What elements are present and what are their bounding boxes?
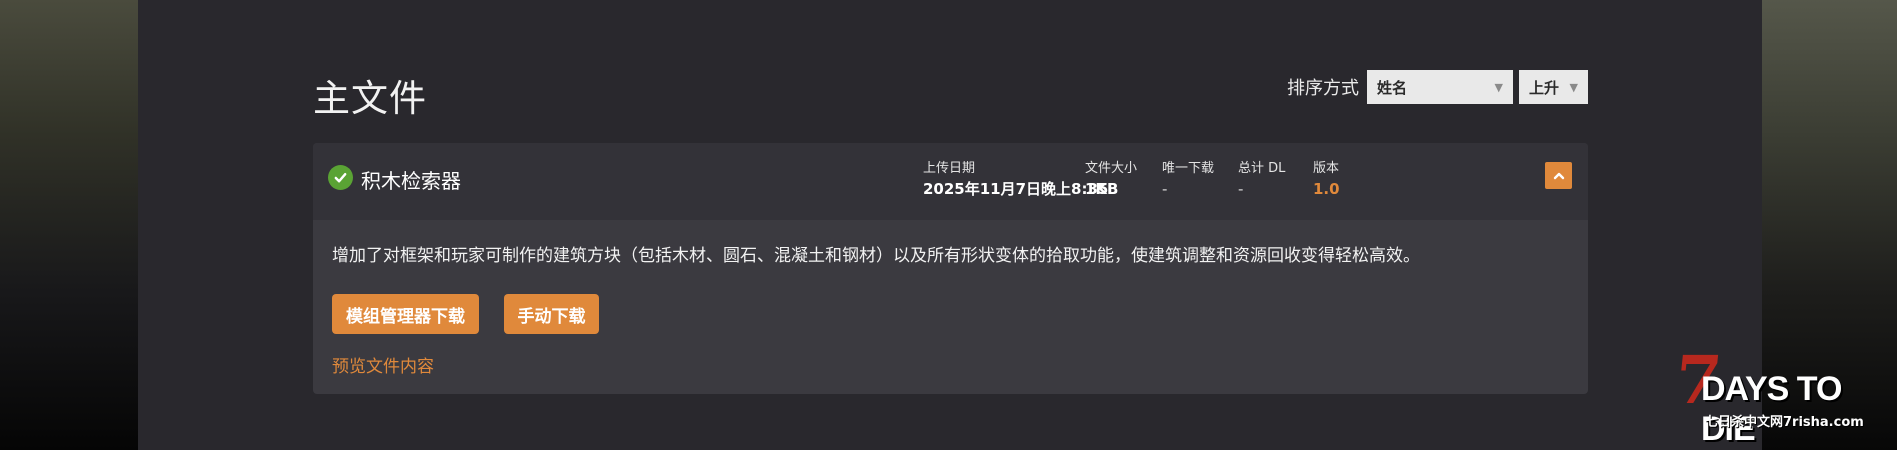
section-title: 主文件 (313, 77, 427, 120)
mod-manager-download-button[interactable]: 模组管理器下载 (332, 294, 479, 334)
caret-down-icon: ▼ (1569, 80, 1578, 94)
file-card: 积木检索器 上传日期 2025年11月7日晚上8:35 文件大小 1KB 唯一下… (313, 143, 1588, 394)
unique-downloads: 唯一下载 - (1162, 160, 1214, 199)
upload-date-value: 2025年11月7日晚上8:35 (923, 180, 1109, 198)
sort-by-value: 姓名 (1377, 78, 1408, 97)
total-downloads-label: 总计 DL (1238, 161, 1286, 176)
version: 版本 1.0 (1313, 160, 1340, 199)
file-size-label: 文件大小 (1085, 161, 1138, 176)
logo-text: DAYS TO DIE (1701, 370, 1842, 448)
file-description: 增加了对框架和玩家可制作的建筑方块（包括木材、圆石、混凝土和钢材）以及所有形状变… (332, 246, 1420, 266)
unique-downloads-value: - (1162, 180, 1168, 198)
sort-label: 排序方式 (1287, 78, 1359, 99)
sort-controls: 排序方式 姓名 ▼ 上升 ▼ (1287, 70, 1588, 104)
caret-down-icon: ▼ (1494, 80, 1503, 94)
total-downloads-value: - (1238, 180, 1244, 198)
watermark-logo: 7 DAYS TO DIE 七日杀中文网7risha.com (1671, 341, 1897, 448)
background-left (0, 0, 138, 450)
manual-download-button[interactable]: 手动下载 (504, 294, 599, 334)
main-content: 主文件 排序方式 姓名 ▼ 上升 ▼ 积木检索器 上传日期 2025年11月7日… (138, 0, 1762, 450)
version-value: 1.0 (1313, 180, 1340, 198)
main-files-section: 主文件 排序方式 姓名 ▼ 上升 ▼ 积木检索器 上传日期 2025年11月7日… (313, 0, 1588, 450)
check-circle-icon (328, 165, 353, 190)
watermark-site-text: 七日杀中文网7risha.com (1705, 415, 1864, 430)
preview-file-contents-link[interactable]: 预览文件内容 (332, 352, 434, 377)
file-size: 文件大小 1KB (1085, 160, 1137, 199)
unique-downloads-label: 唯一下载 (1162, 161, 1215, 176)
sort-by-select[interactable]: 姓名 ▼ (1367, 70, 1513, 104)
upload-date-label: 上传日期 (923, 161, 976, 176)
file-card-header[interactable]: 积木检索器 上传日期 2025年11月7日晚上8:35 文件大小 1KB 唯一下… (313, 143, 1588, 220)
total-downloads: 总计 DL - (1238, 160, 1285, 199)
upload-date: 上传日期 2025年11月7日晚上8:35 (923, 160, 1108, 199)
collapse-button[interactable] (1545, 162, 1572, 189)
version-label: 版本 (1313, 161, 1340, 176)
file-name: 积木检索器 (361, 169, 461, 193)
sort-order-select[interactable]: 上升 ▼ (1519, 70, 1588, 104)
sort-order-value: 上升 (1529, 78, 1560, 97)
file-size-value: 1KB (1085, 180, 1119, 198)
chevron-up-icon (1553, 172, 1564, 179)
